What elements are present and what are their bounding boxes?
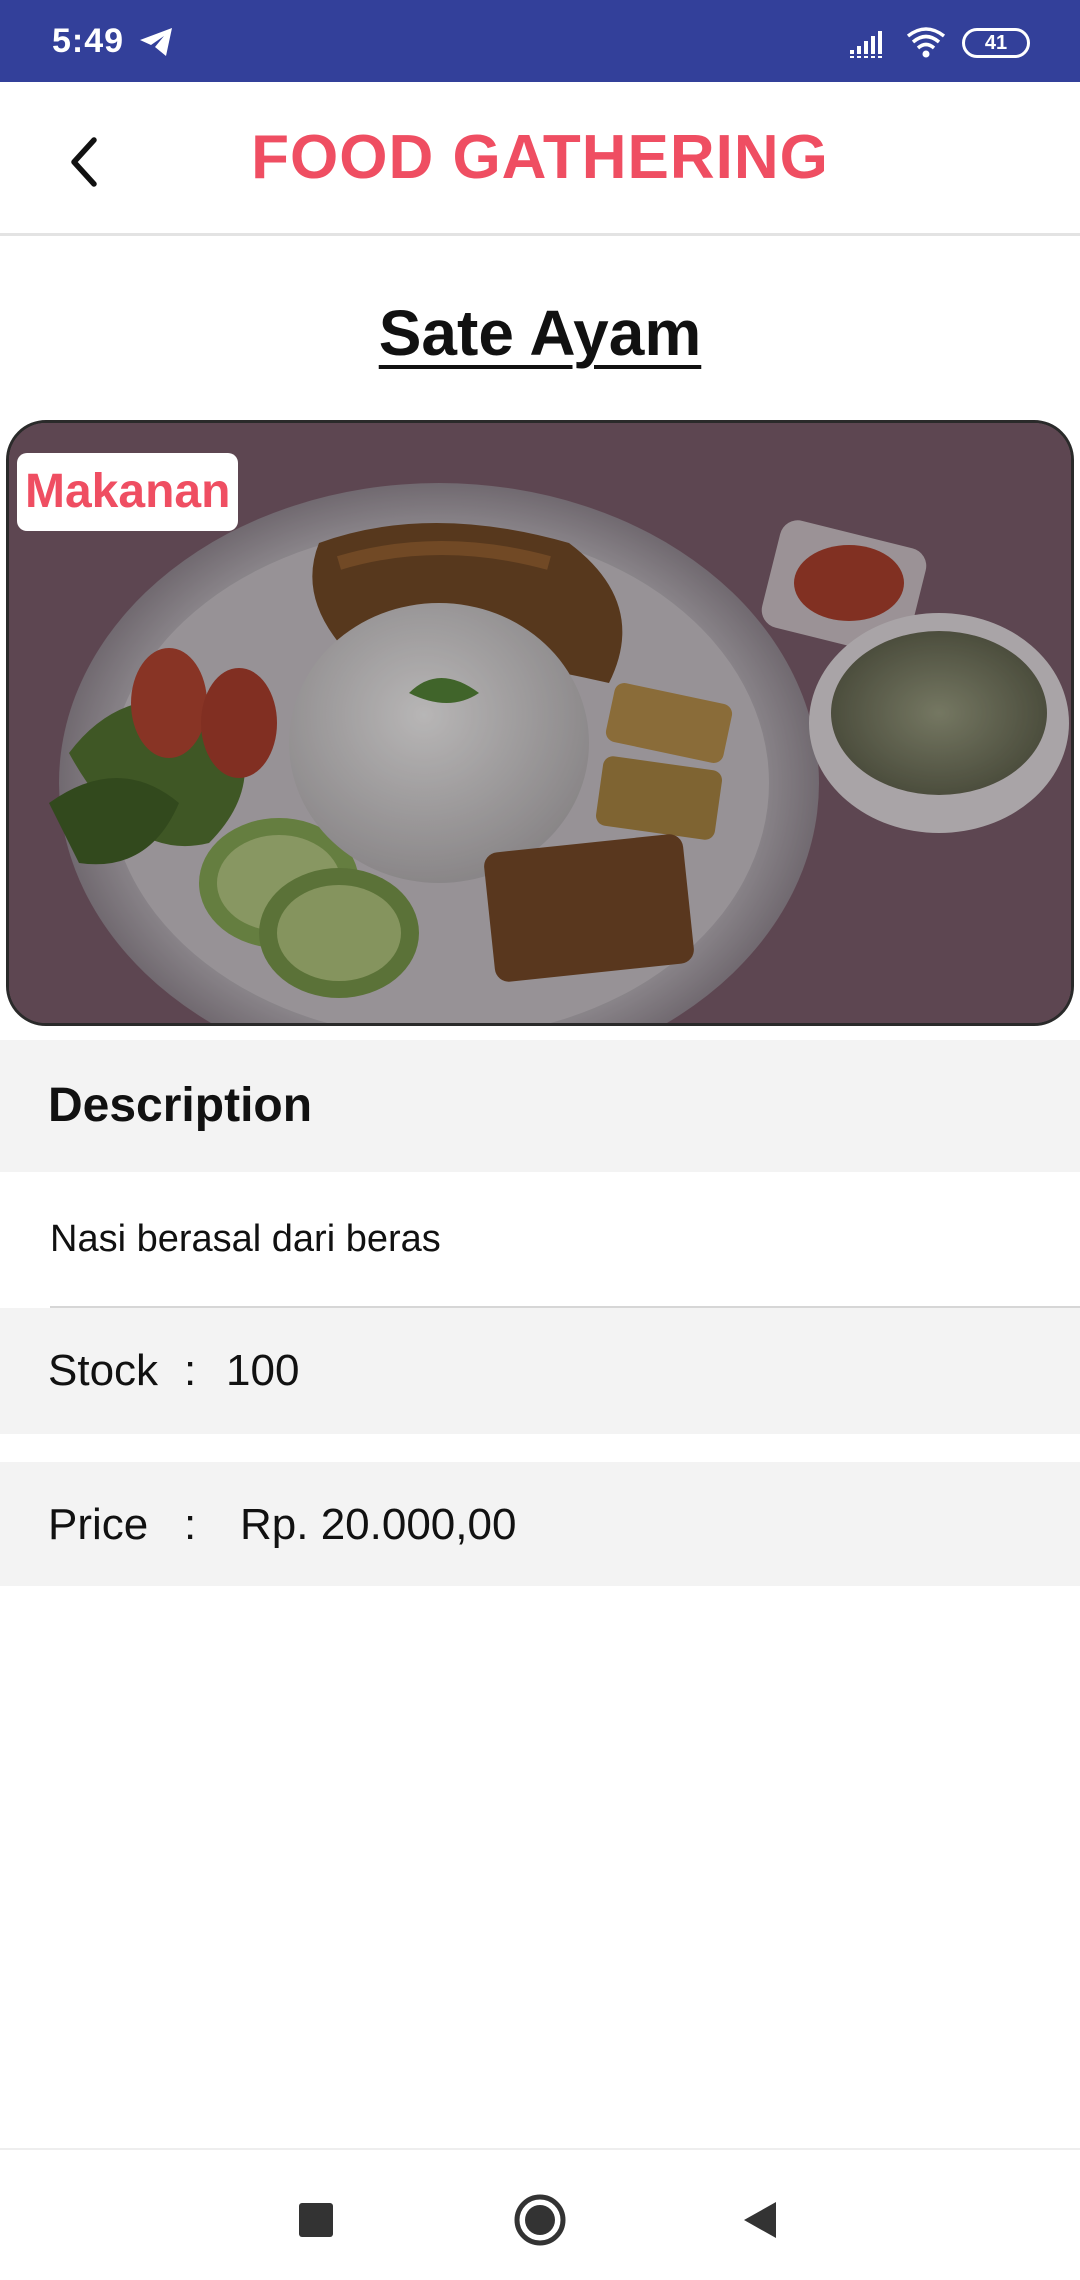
home-button[interactable] (500, 2180, 580, 2260)
battery-icon: 41 (962, 28, 1030, 58)
back-nav-button[interactable] (720, 2180, 800, 2260)
price-row: Price : Rp. 20.000,00 (0, 1462, 1080, 1586)
status-time: 5:49 (52, 22, 125, 60)
chevron-left-icon (71, 137, 97, 187)
wifi-icon (906, 27, 946, 58)
description-header: Description (48, 1079, 313, 1132)
category-badge: Makanan (17, 453, 239, 531)
back-button[interactable] (44, 122, 124, 202)
status-bar: 5:49 41 (0, 0, 1080, 82)
telegram-icon (140, 28, 172, 56)
back-triangle-icon (744, 2202, 776, 2238)
signal-icon (848, 31, 884, 58)
description-body-row: Nasi berasal dari beras (0, 1172, 1080, 1308)
stock-row: Stock : 100 (0, 1308, 1080, 1434)
description-header-row: Description (0, 1040, 1080, 1172)
food-image-card: Makanan (6, 420, 1074, 1026)
description-text: Nasi berasal dari beras (50, 1218, 441, 1260)
price-separator: : (184, 1500, 197, 1549)
price-value: Rp. 20.000,00 (240, 1500, 517, 1549)
product-name: Sate Ayam (378, 297, 702, 369)
app-bar: FOOD GATHERING (0, 82, 1080, 236)
stock-separator: : (184, 1346, 197, 1395)
recents-button[interactable] (276, 2180, 356, 2260)
stock-label: Stock (48, 1346, 159, 1395)
system-nav-bar (0, 2148, 1080, 2280)
app-title: FOOD GATHERING (251, 123, 829, 192)
battery-level: 41 (984, 32, 1008, 54)
stock-value: 100 (226, 1346, 300, 1395)
recents-square-icon (299, 2203, 333, 2237)
price-label: Price (48, 1500, 149, 1549)
home-circle-icon (514, 2194, 566, 2246)
